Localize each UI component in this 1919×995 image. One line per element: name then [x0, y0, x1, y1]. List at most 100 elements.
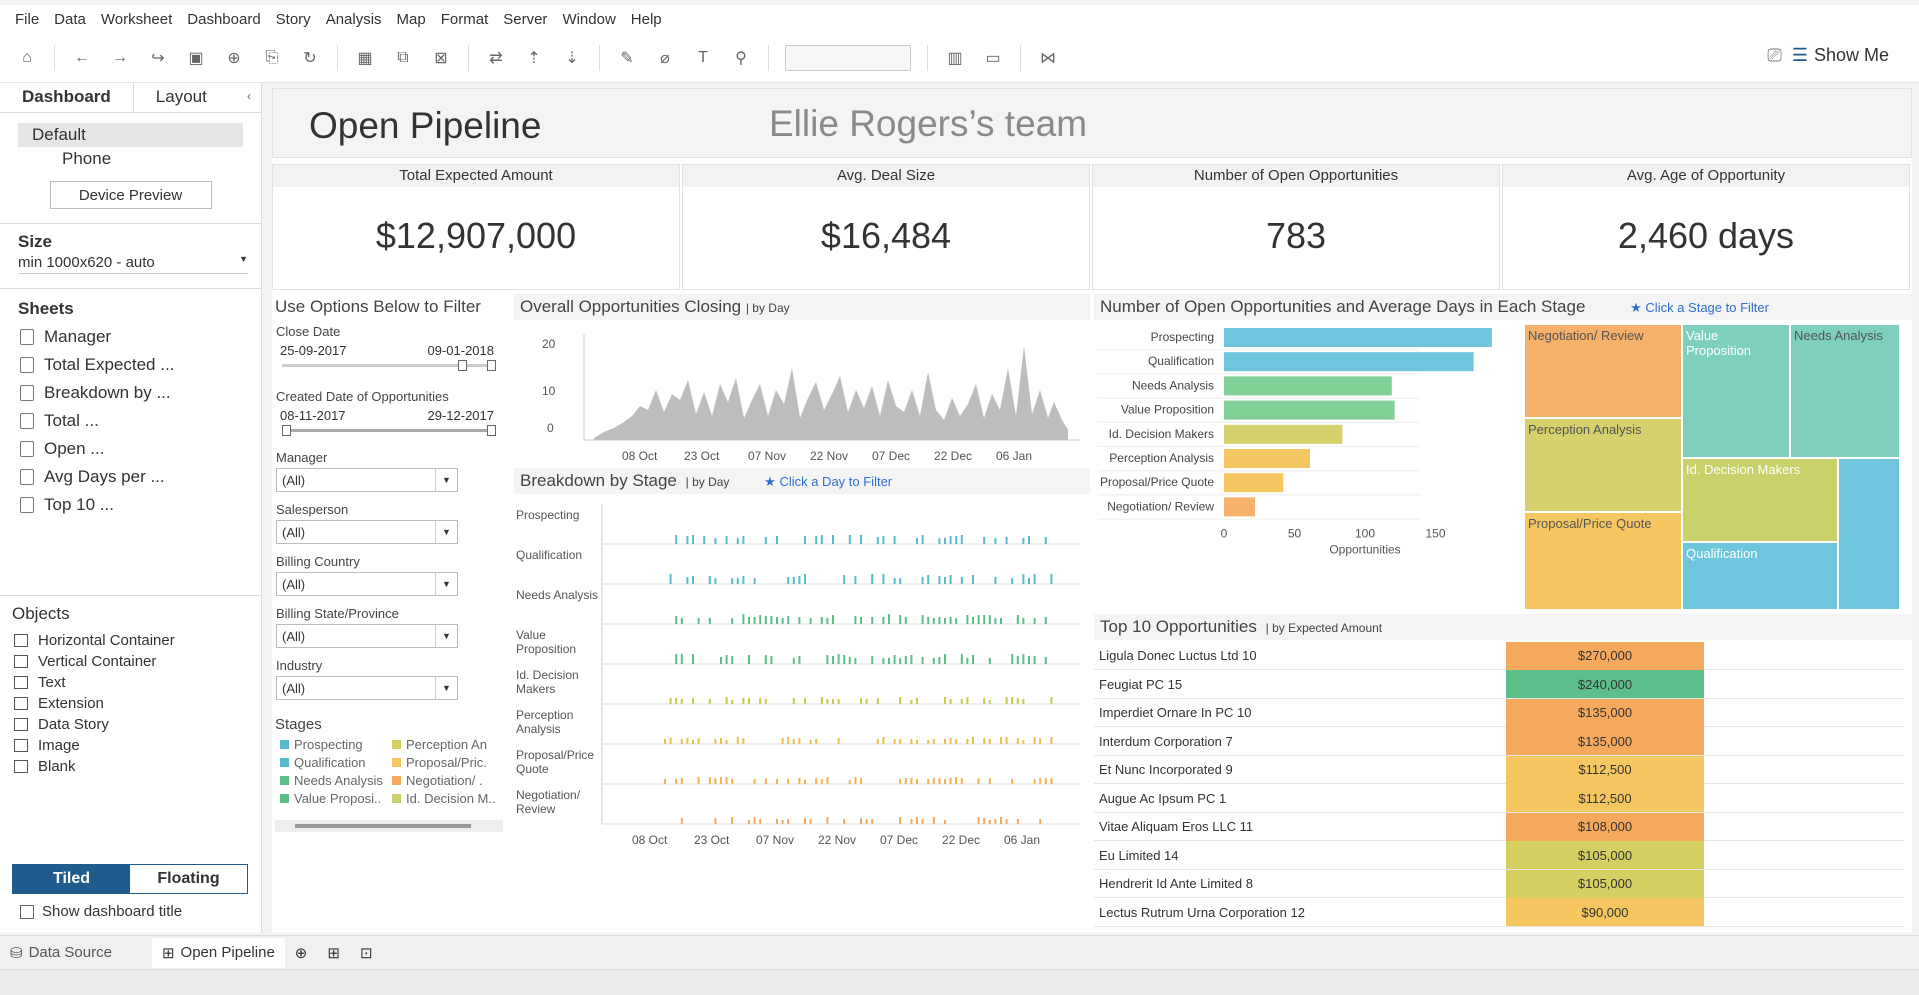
kpi-avg-age[interactable]: Avg. Age of Opportunity 2,460 days	[1502, 164, 1910, 290]
created-date-range[interactable]: 08-11-2017 29-12-2017	[280, 408, 494, 423]
table-row[interactable]: Interdum Corporation 7 $135,000	[1094, 727, 1904, 756]
breakdown-bar[interactable]	[843, 655, 846, 664]
breakdown-bar[interactable]	[692, 740, 694, 744]
breakdown-bar[interactable]	[1016, 698, 1019, 704]
object-item[interactable]: Vertical Container	[0, 651, 261, 672]
breakdown-bar[interactable]	[932, 817, 935, 824]
breakdown-bar[interactable]	[675, 654, 678, 664]
breakdown-bar[interactable]	[927, 575, 930, 584]
breakdown-bar[interactable]	[876, 739, 879, 744]
table-row[interactable]: Imperdiet Ornare In PC 10 $135,000	[1094, 698, 1904, 727]
breakdown-bar[interactable]	[781, 738, 784, 744]
legend-item[interactable]: Perception An	[392, 737, 504, 752]
breakdown-bar[interactable]	[725, 655, 728, 664]
breakdown-bar[interactable]	[854, 777, 857, 784]
breakdown-bar[interactable]	[988, 820, 991, 824]
breakdown-bar[interactable]	[753, 578, 756, 584]
breakdown-bar[interactable]	[1016, 819, 1019, 824]
breakdown-bar[interactable]	[977, 817, 980, 824]
treemap-cell[interactable]: Needs Analysis	[1790, 324, 1900, 458]
tab-dashboard[interactable]: Dashboard	[0, 83, 133, 112]
breakdown-bar[interactable]	[692, 576, 694, 584]
breakdown-bar[interactable]	[764, 616, 767, 624]
breakdown-bar[interactable]	[960, 699, 963, 704]
breakdown-bar[interactable]	[977, 778, 980, 784]
breakdown-bar[interactable]	[1022, 740, 1025, 744]
breakdown-bar[interactable]	[714, 778, 717, 784]
breakdown-bar[interactable]	[988, 658, 991, 664]
breakdown-bar[interactable]	[708, 699, 711, 704]
sheet-item[interactable]: Manager	[0, 323, 261, 351]
new-dashboard-tab-icon[interactable]: ⊞	[317, 938, 350, 968]
breakdown-bar[interactable]	[972, 617, 974, 624]
breakdown-bar[interactable]	[988, 739, 991, 744]
breakdown-bar[interactable]	[764, 778, 767, 784]
save-icon[interactable]: ▣	[185, 47, 207, 69]
breakdown-bar[interactable]	[983, 738, 986, 744]
breakdown-bar[interactable]	[776, 819, 778, 824]
breakdown-bar[interactable]	[1033, 574, 1036, 584]
legend-item[interactable]: Negotiation/ .	[392, 773, 504, 788]
treemap-cell[interactable]: Proposal/Price Quote	[1524, 512, 1682, 610]
breakdown-bar[interactable]	[1033, 779, 1036, 784]
breakdown-bar[interactable]	[731, 618, 734, 624]
breakdown-bar[interactable]	[983, 698, 986, 704]
breakdown-bar[interactable]	[798, 778, 801, 784]
show-cards-icon[interactable]: ▥	[944, 47, 966, 69]
treemap-cell[interactable]	[1838, 458, 1900, 610]
breakdown-bar[interactable]	[927, 740, 930, 744]
slider-handle[interactable]	[487, 360, 496, 371]
breakdown-bar[interactable]	[916, 538, 918, 544]
breakdown-bar[interactable]	[1028, 536, 1030, 544]
stage-bar[interactable]	[1224, 328, 1492, 347]
breakdown-bar[interactable]	[753, 617, 756, 624]
breakdown-bar[interactable]	[949, 617, 952, 624]
breakdown-bar[interactable]	[1022, 574, 1025, 584]
breakdown-bar[interactable]	[1050, 778, 1053, 784]
breakdown-bar[interactable]	[944, 538, 946, 544]
breakdown-bar[interactable]	[731, 578, 734, 584]
breakdown-bar[interactable]	[804, 698, 806, 704]
breakdown-bar[interactable]	[736, 538, 739, 544]
breakdown-bar[interactable]	[871, 617, 874, 624]
filter-dropdown[interactable]: (All) ▼	[276, 520, 458, 544]
close-date-range[interactable]: 25-09-2017 09-01-2018	[280, 343, 494, 358]
breakdown-bar[interactable]	[787, 737, 790, 744]
breakdown-bar[interactable]	[720, 738, 722, 744]
breakdown-bar[interactable]	[972, 655, 974, 664]
breakdown-bar[interactable]	[899, 779, 902, 784]
breakdown-bar[interactable]	[1033, 618, 1036, 624]
breakdown-bar[interactable]	[837, 699, 840, 704]
breakdown-bar[interactable]	[988, 615, 991, 624]
breakdown-bar[interactable]	[680, 618, 683, 624]
breakdown-bar[interactable]	[860, 617, 862, 624]
breakdown-bar[interactable]	[983, 615, 986, 624]
breakdown-bar[interactable]	[781, 618, 784, 624]
menu-item-dashboard[interactable]: Dashboard	[180, 11, 268, 28]
breakdown-bar[interactable]	[843, 819, 846, 824]
breakdown-bar[interactable]	[787, 577, 790, 584]
created-date-slider[interactable]	[282, 425, 496, 436]
breakdown-bar[interactable]	[781, 820, 784, 824]
breakdown-bar[interactable]	[1044, 537, 1047, 544]
breakdown-bar[interactable]	[809, 740, 812, 744]
device-default[interactable]: Default	[18, 123, 243, 147]
breakdown-bar[interactable]	[966, 697, 969, 704]
breakdown-bar[interactable]	[916, 779, 918, 784]
slider-handle[interactable]	[458, 360, 467, 371]
breakdown-bar[interactable]	[1028, 656, 1030, 664]
menu-item-file[interactable]: File	[8, 11, 47, 28]
breakdown-bar[interactable]	[669, 574, 672, 584]
breakdown-bar[interactable]	[837, 738, 840, 744]
breakdown-bar[interactable]	[832, 656, 834, 664]
breakdown-bar[interactable]	[787, 819, 790, 824]
breakdown-bar[interactable]	[748, 698, 750, 704]
format-painter-icon[interactable]: ⎚	[1767, 45, 1781, 66]
breakdown-bar[interactable]	[815, 536, 818, 544]
filter-dropdown[interactable]: (All) ▼	[276, 468, 458, 492]
breakdown-bar[interactable]	[955, 536, 958, 544]
stage-bar[interactable]	[1224, 352, 1474, 372]
breakdown-bar[interactable]	[804, 574, 806, 584]
menu-item-analysis[interactable]: Analysis	[319, 11, 390, 28]
table-row[interactable]: Feugiat PC 15 $240,000	[1094, 670, 1904, 699]
